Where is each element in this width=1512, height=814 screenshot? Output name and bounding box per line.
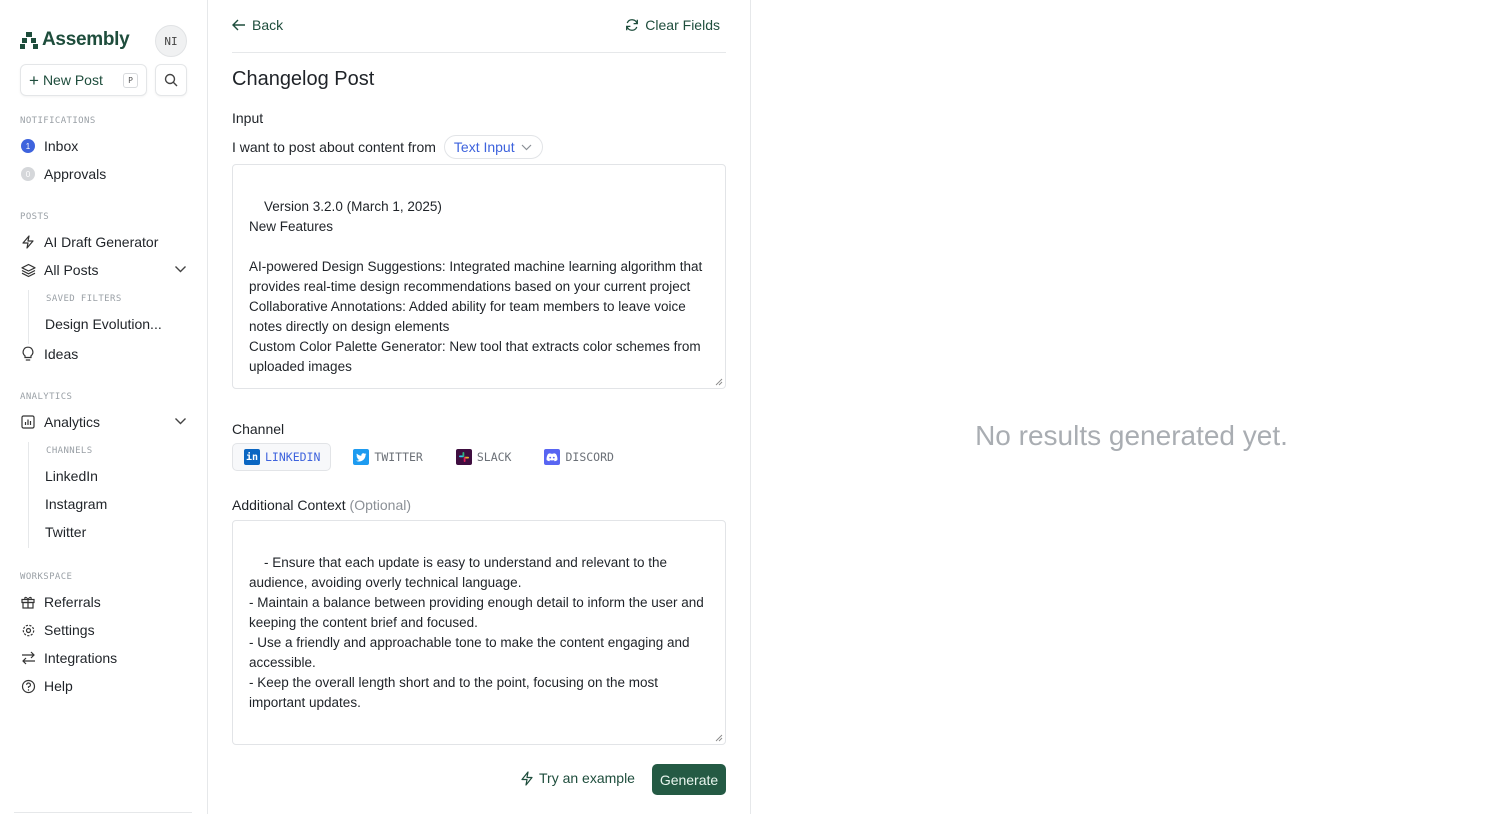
divider — [232, 52, 726, 53]
slack-icon — [455, 449, 472, 465]
sidebar-item-label: AI Draft Generator — [44, 234, 159, 250]
additional-context-text: - Ensure that each update is easy to und… — [249, 555, 704, 710]
plus-icon: + — [29, 70, 39, 90]
help-circle-icon — [21, 679, 35, 693]
sidebar-item-label: Help — [44, 678, 73, 694]
sidebar-channel-linkedin[interactable]: LinkedIn — [45, 468, 98, 484]
channel-discord-chip[interactable]: DISCORD — [532, 443, 624, 471]
linkedin-icon: in — [244, 449, 260, 465]
divider — [14, 812, 192, 813]
discord-icon — [544, 449, 561, 465]
sidebar-item-referrals[interactable]: Referrals — [20, 591, 101, 613]
chevron-down-icon — [521, 144, 532, 150]
search-button[interactable] — [155, 64, 187, 96]
try-example-label: Try an example — [539, 770, 635, 786]
sidebar-item-label: Integrations — [44, 650, 118, 666]
channel-selector: in LINKEDIN TWITTER SLACK DISCORD — [232, 443, 635, 471]
sidebar-item-label: Analytics — [44, 414, 101, 430]
search-icon — [164, 73, 178, 87]
saved-filter-item[interactable]: Design Evolution... — [45, 316, 162, 332]
content-input-textarea[interactable]: Version 3.2.0 (March 1, 2025) New Featur… — [232, 164, 726, 389]
optional-hint: (Optional) — [349, 497, 411, 513]
new-post-label: New Post — [42, 72, 103, 88]
gear-icon — [22, 624, 34, 636]
sidebar-item-analytics[interactable]: Analytics — [20, 411, 100, 433]
sidebar-item-label: Ideas — [44, 346, 79, 362]
channel-linkedin-chip[interactable]: in LINKEDIN — [232, 443, 332, 471]
channels-label: CHANNELS — [46, 446, 93, 456]
arrows-swap-icon — [21, 651, 35, 665]
sidebar-item-ideas[interactable]: Ideas — [20, 343, 78, 365]
channel-slack-chip[interactable]: SLACK — [444, 443, 523, 471]
resize-handle-icon[interactable] — [715, 734, 723, 742]
additional-context-title: Additional Context — [232, 497, 346, 513]
new-post-button[interactable]: + New Post P — [20, 64, 147, 96]
sidebar-channel-twitter[interactable]: Twitter — [45, 524, 86, 540]
sidebar-item-label: All Posts — [44, 262, 99, 278]
assembly-logo-icon — [20, 32, 38, 49]
resize-handle-icon[interactable] — [715, 378, 723, 386]
post-from-text: I want to post about content from — [232, 139, 436, 155]
channel-twitter-chip[interactable]: TWITTER — [341, 443, 433, 471]
chevron-down-icon[interactable] — [174, 265, 187, 274]
twitter-icon — [353, 449, 370, 465]
editor-panel: Back Clear Fields Changelog Post Input I… — [208, 0, 751, 814]
section-label-notifications: NOTIFICATIONS — [20, 116, 96, 126]
section-label-workspace: WORKSPACE — [20, 572, 73, 582]
approvals-count-badge: 0 — [21, 167, 35, 181]
additional-context-label: Additional Context (Optional) — [232, 497, 411, 513]
sidebar-channel-instagram[interactable]: Instagram — [45, 496, 107, 512]
back-label: Back — [252, 17, 284, 33]
channel-chip-label: SLACK — [476, 450, 512, 464]
section-label-analytics: ANALYTICS — [20, 392, 73, 402]
lightbulb-icon — [22, 346, 34, 361]
brand-name: Assembly — [42, 29, 130, 50]
tree-line — [28, 290, 29, 344]
channel-label: Channel — [232, 421, 285, 437]
try-example-button[interactable]: Try an example — [520, 770, 635, 786]
channel-chip-label: TWITTER — [374, 450, 423, 464]
page-title: Changelog Post — [232, 68, 375, 90]
sidebar-item-inbox[interactable]: 1 Inbox — [20, 135, 78, 157]
sidebar-item-label: Approvals — [44, 166, 107, 182]
arrow-left-icon — [232, 19, 245, 31]
sidebar-item-ai-draft[interactable]: AI Draft Generator — [20, 231, 158, 253]
inbox-count-badge: 1 — [21, 139, 35, 153]
chevron-down-icon[interactable] — [174, 417, 187, 426]
back-button[interactable]: Back — [232, 17, 283, 33]
sidebar-item-approvals[interactable]: 0 Approvals — [20, 163, 106, 185]
shortcut-badge: P — [123, 73, 138, 88]
bar-chart-icon — [21, 415, 35, 429]
sidebar-item-settings[interactable]: Settings — [20, 619, 95, 641]
tree-line — [28, 442, 29, 548]
additional-context-textarea[interactable]: - Ensure that each update is easy to und… — [232, 520, 726, 745]
sidebar-item-all-posts[interactable]: All Posts — [20, 259, 98, 281]
input-label: Input — [232, 110, 264, 126]
source-row: I want to post about content from Text I… — [232, 135, 543, 159]
section-label-posts: POSTS — [20, 212, 50, 222]
sidebar-item-help[interactable]: Help — [20, 675, 73, 697]
lightning-icon — [22, 235, 34, 249]
channel-chip-label: DISCORD — [565, 450, 614, 464]
clear-fields-label: Clear Fields — [645, 17, 720, 33]
sidebar-item-label: Settings — [44, 622, 95, 638]
channel-chip-label: LINKEDIN — [265, 450, 321, 464]
user-avatar[interactable]: NI — [155, 25, 187, 57]
saved-filters-label: SAVED FILTERS — [46, 294, 122, 304]
empty-results-message: No results generated yet. — [975, 420, 1288, 451]
clear-fields-button[interactable]: Clear Fields — [625, 17, 720, 33]
sidebar-item-integrations[interactable]: Integrations — [20, 647, 117, 669]
sidebar-item-label: Inbox — [44, 138, 79, 154]
refresh-icon — [626, 19, 639, 31]
source-select-value: Text Input — [453, 139, 515, 155]
source-select[interactable]: Text Input — [443, 135, 543, 159]
sidebar-item-label: Referrals — [44, 594, 101, 610]
lightning-icon — [521, 770, 533, 786]
gift-icon — [21, 596, 35, 609]
sidebar: Assembly NI + New Post P NOTIFICATIONS 1… — [0, 0, 208, 814]
content-input-text: Version 3.2.0 (March 1, 2025) New Featur… — [249, 199, 703, 374]
brand-logo[interactable]: Assembly — [20, 29, 130, 51]
generate-button[interactable]: Generate — [652, 764, 726, 795]
layers-icon — [20, 263, 36, 277]
